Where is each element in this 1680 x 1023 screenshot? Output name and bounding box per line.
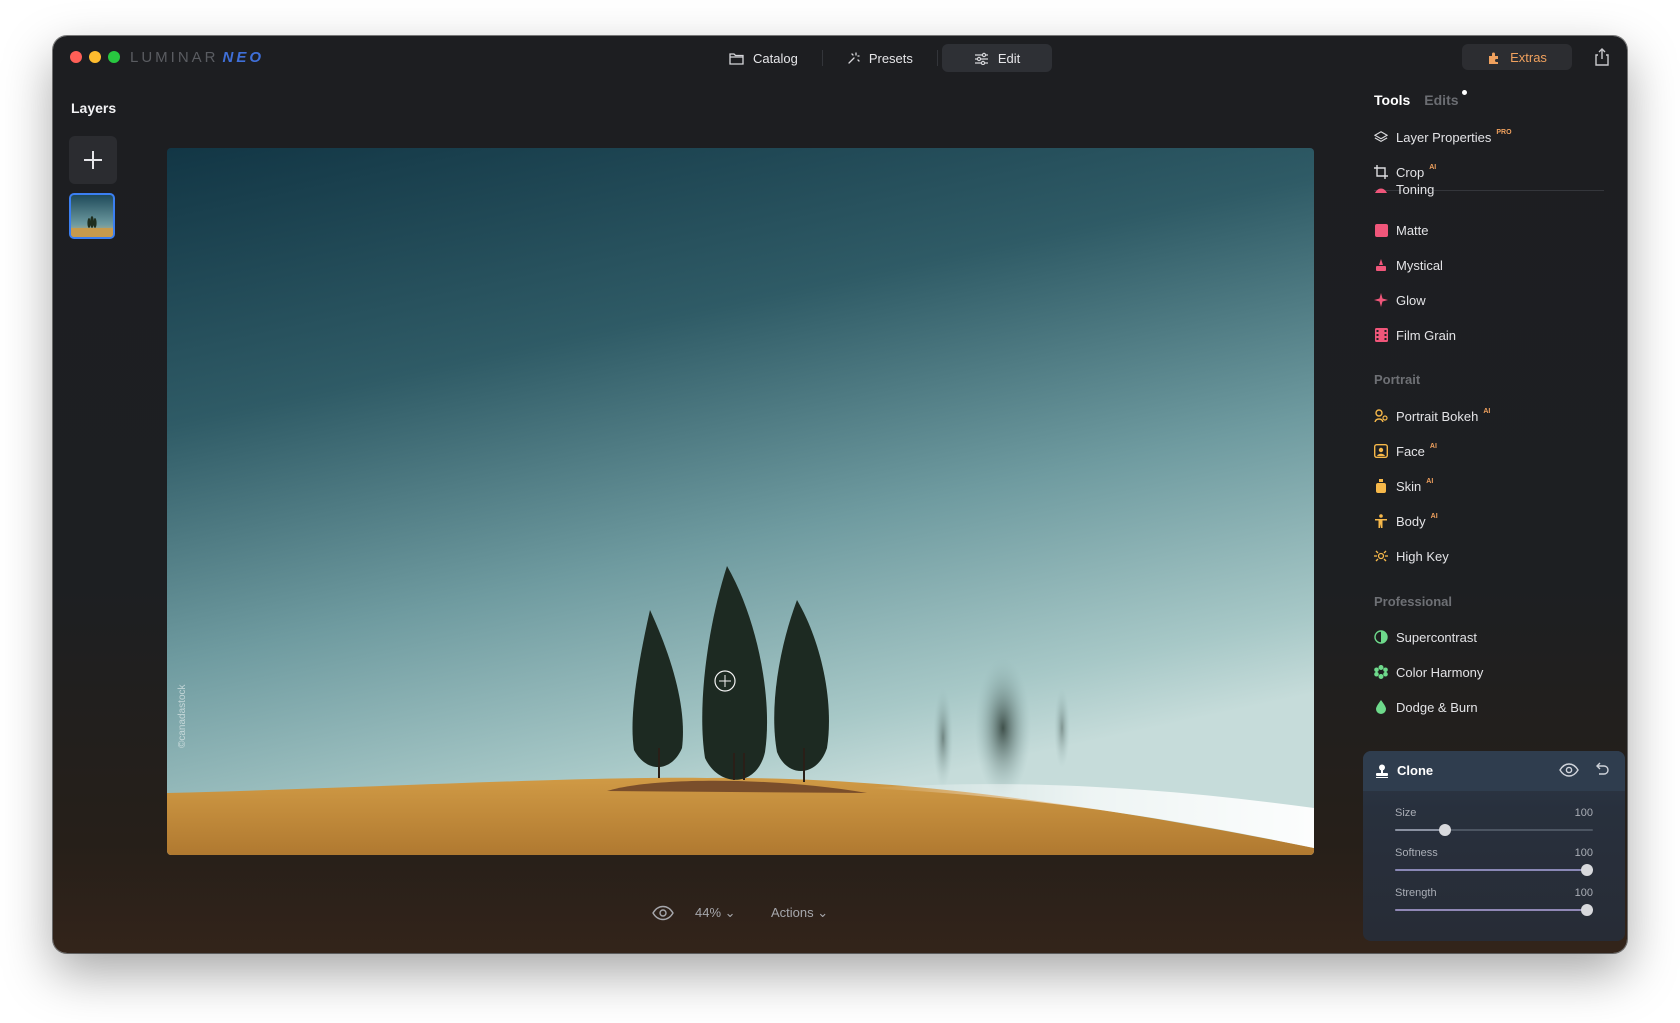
clone-visibility-toggle[interactable] xyxy=(1559,763,1579,779)
face-icon xyxy=(1374,444,1388,458)
canvas-bottom-bar: 44% ⌄ Actions ⌄ xyxy=(53,902,1323,932)
app-window: LUMINARNEO Catalog Presets Edit Extras xyxy=(53,36,1627,953)
strength-slider-fill xyxy=(1395,909,1588,911)
clone-title: Clone xyxy=(1375,763,1433,778)
tool-glow[interactable]: Glow xyxy=(1374,289,1426,311)
eye-icon xyxy=(1559,763,1579,777)
tool-crop[interactable]: Crop AI xyxy=(1374,161,1436,183)
dodge-burn-icon xyxy=(1374,700,1388,714)
folder-icon xyxy=(729,52,744,65)
stamp-icon xyxy=(1376,764,1388,778)
photo-watermark: ©canadastock xyxy=(177,684,188,748)
tools-panel: Tools Edits Layer Properties PRO Crop AI T… xyxy=(1360,36,1627,953)
add-layer-button[interactable] xyxy=(69,136,117,184)
softness-slider-thumb[interactable] xyxy=(1581,864,1594,876)
sparkle-icon xyxy=(848,51,860,64)
tool-body[interactable]: Body AI xyxy=(1374,510,1438,532)
supercontrast-icon xyxy=(1374,630,1388,644)
color-harmony-icon xyxy=(1374,665,1388,679)
compare-button[interactable] xyxy=(652,905,674,921)
film-grain-icon xyxy=(1374,328,1388,342)
high-key-icon xyxy=(1374,549,1388,563)
tab-divider xyxy=(936,50,938,66)
tab-presets[interactable]: Presets xyxy=(827,44,933,72)
sliders-icon xyxy=(974,52,988,65)
eye-icon xyxy=(652,905,674,921)
softness-slider-fill xyxy=(1395,869,1588,871)
strength-slider: Strength 100 xyxy=(1395,887,1594,923)
size-slider: Size 100 xyxy=(1395,807,1593,843)
minimize-window-button[interactable] xyxy=(89,51,101,63)
clone-reset-button[interactable] xyxy=(1593,762,1609,778)
tool-mystical[interactable]: Mystical xyxy=(1374,254,1443,276)
tool-color-harmony[interactable]: Color Harmony xyxy=(1374,661,1483,683)
landscape-photo xyxy=(167,148,1314,855)
matte-icon xyxy=(1374,223,1388,237)
crop-icon xyxy=(1374,165,1388,179)
tab-divider xyxy=(821,50,823,66)
layers-title: Layers xyxy=(71,100,117,116)
size-slider-thumb[interactable] xyxy=(1438,824,1451,836)
edits-indicator-dot xyxy=(1461,90,1467,95)
strength-slider-thumb[interactable] xyxy=(1581,904,1594,916)
softness-slider-track[interactable] xyxy=(1395,864,1594,876)
tool-high-key[interactable]: High Key xyxy=(1374,545,1449,567)
section-portrait: Portrait xyxy=(1374,372,1421,387)
tool-skin[interactable]: Skin AI xyxy=(1374,475,1433,497)
softness-slider: Softness 100 xyxy=(1395,847,1594,883)
skin-icon xyxy=(1374,479,1388,493)
layer-thumbnail-image xyxy=(71,216,113,237)
mode-tabs: Catalog Presets Edit xyxy=(709,44,1053,72)
tool-layer-properties[interactable]: Layer Properties PRO xyxy=(1374,126,1512,148)
glow-icon xyxy=(1374,293,1388,307)
clone-tool-panel: Clone Size 100 Softness 100 Strength 100 xyxy=(1363,751,1625,941)
tool-supercontrast[interactable]: Supercontrast xyxy=(1374,626,1477,648)
photo-canvas[interactable]: ©canadastock xyxy=(167,148,1314,855)
tool-portrait-bokeh[interactable]: Portrait Bokeh AI xyxy=(1374,405,1490,427)
panel-tabs: Tools Edits xyxy=(1374,90,1467,108)
layer-thumbnail[interactable] xyxy=(69,193,115,239)
tab-edits[interactable]: Edits xyxy=(1424,90,1467,108)
toning-icon xyxy=(1374,183,1388,197)
layers-icon xyxy=(1374,130,1388,144)
strength-slider-track[interactable] xyxy=(1395,904,1594,916)
body-icon xyxy=(1374,514,1388,528)
tool-matte[interactable]: Matte xyxy=(1374,219,1429,241)
zoom-window-button[interactable] xyxy=(108,51,120,63)
close-window-button[interactable] xyxy=(70,51,82,63)
size-slider-fill xyxy=(1395,829,1445,831)
app-logo: LUMINAR NEO xyxy=(130,49,265,66)
section-professional: Professional xyxy=(1374,594,1453,609)
tool-film-grain[interactable]: Film Grain xyxy=(1374,324,1456,346)
plus-icon xyxy=(84,151,102,169)
size-slider-track[interactable] xyxy=(1395,824,1593,836)
tab-catalog[interactable]: Catalog xyxy=(709,44,818,72)
mystical-icon xyxy=(1374,258,1388,272)
tab-tools[interactable]: Tools xyxy=(1374,92,1410,108)
zoom-dropdown[interactable]: 44% ⌄ xyxy=(695,905,736,921)
tool-face[interactable]: Face AI xyxy=(1374,440,1437,462)
tool-toning[interactable]: Toning xyxy=(1374,181,1434,197)
tool-dodge-burn[interactable]: Dodge & Burn xyxy=(1374,696,1478,718)
tab-edit[interactable]: Edit xyxy=(941,44,1053,72)
undo-icon xyxy=(1596,762,1609,775)
bokeh-icon xyxy=(1374,409,1388,423)
actions-dropdown[interactable]: Actions ⌄ xyxy=(771,905,828,921)
